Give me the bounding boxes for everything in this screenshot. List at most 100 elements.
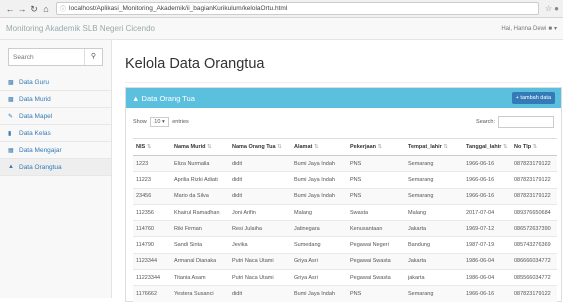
table-cell: 1987-07-19 bbox=[463, 237, 511, 253]
table-cell: Semarang bbox=[405, 286, 463, 302]
page-length-value: 10 bbox=[154, 119, 160, 125]
extension-icon[interactable]: ● bbox=[554, 4, 559, 13]
table-cell: Pegawai Swasta bbox=[347, 253, 405, 269]
column-header[interactable]: Pekerjaan bbox=[347, 139, 405, 156]
table-cell: Bumi Jaya Indah bbox=[291, 156, 347, 172]
user-icon: ▲ bbox=[8, 164, 17, 170]
column-header[interactable]: Tempat_lahir bbox=[405, 139, 463, 156]
bookmark-star-icon[interactable]: ☆ bbox=[545, 4, 552, 13]
table-cell: Sumedang bbox=[291, 237, 347, 253]
table-cell: Riki Firman bbox=[171, 221, 229, 237]
table-cell: 2017-07-04 bbox=[463, 204, 511, 220]
table-cell: Kenusantaan bbox=[347, 221, 405, 237]
sidebar-item-label: Data Guru bbox=[19, 79, 49, 86]
table-cell: 086572637390 bbox=[511, 221, 557, 237]
edit-icon: ✎ bbox=[8, 113, 17, 120]
table-cell: 11223 bbox=[133, 172, 171, 188]
panel-header: ▲ Data Orang Tua + tambah data bbox=[126, 88, 561, 108]
table-cell: Bandung bbox=[405, 237, 463, 253]
column-header[interactable]: Nama Murid bbox=[171, 139, 229, 156]
sidebar-item-label: Data Mapel bbox=[19, 113, 52, 120]
table-cell: 112356 bbox=[133, 204, 171, 220]
table-search-input[interactable] bbox=[498, 116, 554, 128]
table-cell: 1123344 bbox=[133, 253, 171, 269]
brand-title[interactable]: Monitoring Akademik SLB Negeri Cicendo bbox=[6, 24, 155, 33]
data-panel: ▲ Data Orang Tua + tambah data Show 10 ▾… bbox=[125, 87, 562, 302]
table-row[interactable]: 1123344Armanal DianakaPutri Naca UtamiGr… bbox=[133, 253, 557, 269]
table-cell: 087823179122 bbox=[511, 172, 557, 188]
table-cell: 11223344 bbox=[133, 270, 171, 286]
table-body: 1223Eliza NurmaliadiditBumi Jaya IndahPN… bbox=[133, 156, 557, 302]
table-row[interactable]: 23456Mario da SilvadiditBumi Jaya IndahP… bbox=[133, 188, 557, 204]
table-cell: didit bbox=[229, 188, 291, 204]
table-cell: Semarang bbox=[405, 172, 463, 188]
table-cell: 1966-06-16 bbox=[463, 286, 511, 302]
column-header[interactable]: No Tlp bbox=[511, 139, 557, 156]
sidebar-item-data-kelas[interactable]: ▮ Data Kelas bbox=[0, 125, 111, 142]
table-icon: ▦ bbox=[8, 147, 17, 154]
table-cell: Aprilia Rizki Adiati bbox=[171, 172, 229, 188]
table-cell: Bumi Jaya Indah bbox=[291, 172, 347, 188]
table-cell: Griya Asri bbox=[291, 270, 347, 286]
table-cell: didit bbox=[229, 286, 291, 302]
table-row[interactable]: 11223Aprilia Rizki AdiatididitBumi Jaya … bbox=[133, 172, 557, 188]
add-data-label: tambah data bbox=[520, 95, 551, 101]
users-icon: ▩ bbox=[8, 96, 17, 103]
column-header[interactable]: NIS bbox=[133, 139, 171, 156]
user-icon: ■ bbox=[548, 26, 552, 32]
table-cell: PNS bbox=[347, 188, 405, 204]
browser-toolbar: ← → ↻ ⌂ ⓘ localhost/Aplikasi_Monitoring_… bbox=[0, 0, 563, 18]
forward-icon[interactable]: → bbox=[16, 3, 28, 15]
table-row[interactable]: 11223344Titania AsamPutri Naca UtamiGriy… bbox=[133, 270, 557, 286]
user-menu[interactable]: Hai, Hanna Dewi ■ ▾ bbox=[501, 25, 557, 32]
url-text: localhost/Aplikasi_Monitoring_Akademik/i… bbox=[69, 5, 287, 12]
chevron-down-icon: ▾ bbox=[162, 119, 165, 125]
sidebar-item-data-guru[interactable]: ▩ Data Guru bbox=[0, 74, 111, 91]
table-cell: Putri Naca Utami bbox=[229, 253, 291, 269]
chevron-down-icon: ▾ bbox=[554, 25, 557, 32]
table-row[interactable]: 114760Riki FirmanResi JulaihaJatinegaraK… bbox=[133, 221, 557, 237]
table-cell: Pegawai Swasta bbox=[347, 270, 405, 286]
sidebar-item-data-mengajar[interactable]: ▦ Data Mengajar bbox=[0, 142, 111, 159]
search-icon[interactable]: ⚲ bbox=[84, 49, 102, 65]
table-cell: 087823179122 bbox=[511, 188, 557, 204]
home-icon[interactable]: ⌂ bbox=[40, 3, 52, 15]
table-cell: Joni Arifin bbox=[229, 204, 291, 220]
table-cell: Jatinegara bbox=[291, 221, 347, 237]
reload-icon[interactable]: ↻ bbox=[28, 3, 40, 15]
table-cell: 086666034772 bbox=[511, 253, 557, 269]
user-greeting: Hai, Hanna Dewi bbox=[501, 26, 546, 32]
table-cell: 085743276369 bbox=[511, 237, 557, 253]
sidebar-item-data-mapel[interactable]: ✎ Data Mapel bbox=[0, 108, 111, 125]
table-row[interactable]: 114790Sandi SintaJevikaSumedangPegawai N… bbox=[133, 237, 557, 253]
add-data-button[interactable]: + tambah data bbox=[512, 92, 555, 104]
table-cell: Mario da Silva bbox=[171, 188, 229, 204]
table-controls: Show 10 ▾ entries Search: bbox=[126, 108, 561, 128]
table-cell: Semarang bbox=[405, 156, 463, 172]
sidebar-item-data-orangtua[interactable]: ▲ Data Orangtua bbox=[0, 159, 111, 176]
sidebar-item-data-murid[interactable]: ▩ Data Murid bbox=[0, 91, 111, 108]
page-info-icon: ⓘ bbox=[60, 4, 66, 13]
back-icon[interactable]: ← bbox=[4, 3, 16, 15]
table-cell: jakarta bbox=[405, 270, 463, 286]
column-header[interactable]: Nama Orang Tua bbox=[229, 139, 291, 156]
table-cell: 1176662 bbox=[133, 286, 171, 302]
book-icon: ▮ bbox=[8, 130, 17, 137]
table-cell: 114760 bbox=[133, 221, 171, 237]
users-icon: ▩ bbox=[8, 79, 17, 86]
plus-icon: + bbox=[516, 95, 519, 101]
table-row[interactable]: 112356Khairul RamadhanJoni ArifinMalangS… bbox=[133, 204, 557, 220]
column-header[interactable]: Tanggal_lahir bbox=[463, 139, 511, 156]
table-cell: Resi Julaiha bbox=[229, 221, 291, 237]
sidebar-search-input[interactable] bbox=[9, 49, 84, 65]
column-header[interactable]: Alamat bbox=[291, 139, 347, 156]
table-row[interactable]: 1223Eliza NurmaliadiditBumi Jaya IndahPN… bbox=[133, 156, 557, 172]
user-icon: ▲ bbox=[132, 94, 139, 103]
address-bar[interactable]: ⓘ localhost/Aplikasi_Monitoring_Akademik… bbox=[56, 2, 539, 15]
page-length-select[interactable]: 10 ▾ bbox=[150, 117, 168, 127]
table-cell: Jakarta bbox=[405, 221, 463, 237]
table-cell: 1223 bbox=[133, 156, 171, 172]
table-header-row: NISNama MuridNama Orang TuaAlamatPekerja… bbox=[133, 139, 557, 156]
sidebar-item-label: Data Orangtua bbox=[19, 164, 62, 171]
table-row[interactable]: 1176662Yestera SusancididitBumi Jaya Ind… bbox=[133, 286, 557, 302]
